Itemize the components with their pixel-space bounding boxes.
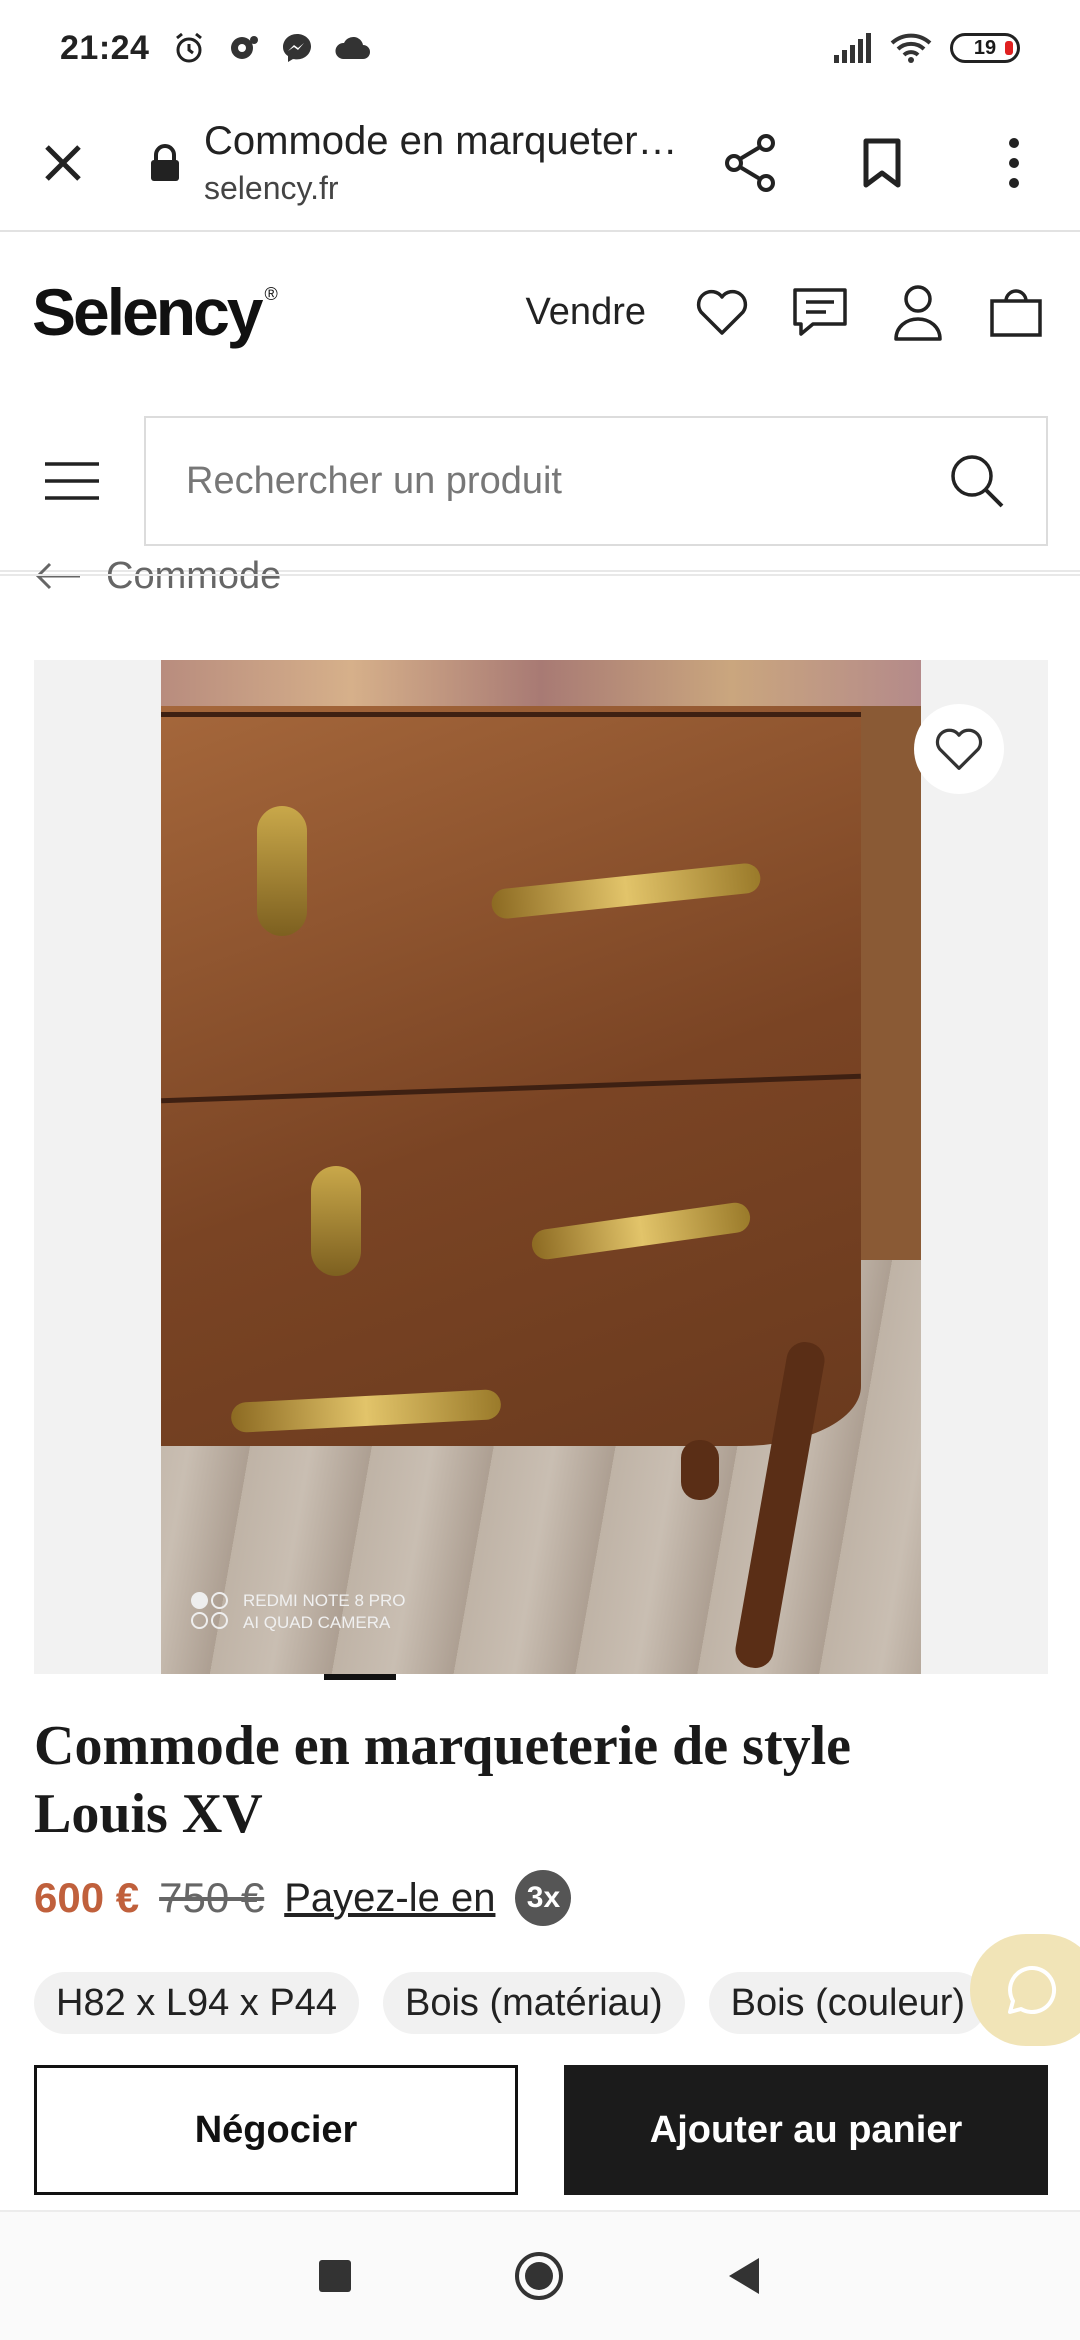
- photo-commode: [161, 706, 861, 1446]
- share-icon: [725, 134, 775, 192]
- menu-button[interactable]: [0, 421, 144, 541]
- recents-icon[interactable]: [317, 2258, 353, 2294]
- bag-icon: [990, 289, 1042, 337]
- header-nav: Vendre: [526, 280, 1048, 344]
- close-icon: [44, 145, 81, 181]
- product-attributes: H82 x L94 x P44 Bois (matériau) Bois (co…: [34, 1972, 1080, 2034]
- favorites-button[interactable]: [690, 280, 754, 344]
- battery-level: 19: [973, 36, 997, 59]
- account-button[interactable]: [886, 280, 950, 344]
- battery-icon: 19: [950, 33, 1020, 63]
- cloud-icon: [335, 36, 371, 59]
- product-gallery[interactable]: REDMI NOTE 8 PRO AI QUAD CAMERA: [34, 660, 1048, 1674]
- search-box[interactable]: [144, 416, 1048, 546]
- add-to-favorites-button[interactable]: [914, 704, 1004, 794]
- logo-mark: ®: [264, 284, 278, 304]
- status-icons-left: [171, 30, 371, 66]
- add-to-cart-button[interactable]: Ajouter au panier: [564, 2065, 1048, 2195]
- search-row: [0, 392, 1080, 572]
- photo-drawer-edge: [161, 1073, 861, 1104]
- bookmark-button[interactable]: [816, 113, 948, 213]
- selency-logo[interactable]: Selency ®: [32, 274, 278, 350]
- home-icon[interactable]: [513, 2250, 565, 2302]
- logo-text: Selency: [32, 275, 263, 349]
- installment-link[interactable]: Payez-le en: [284, 1876, 495, 1921]
- old-price: 750 €: [159, 1874, 265, 1921]
- installment-badge[interactable]: 3x: [515, 1870, 572, 1926]
- back-icon[interactable]: [725, 2256, 763, 2296]
- lock-icon[interactable]: [145, 143, 184, 183]
- share-button[interactable]: [684, 113, 816, 213]
- bookmark-icon: [863, 138, 901, 188]
- breadcrumb-label: Commode: [106, 554, 282, 597]
- photo-handle: [529, 1200, 753, 1262]
- product-title: Commode en marqueterie de style Louis XV: [34, 1715, 852, 1845]
- signal-icon: [834, 33, 871, 63]
- url-bar[interactable]: Commode en marqueterie de style Louis XV…: [204, 119, 684, 207]
- search-icon[interactable]: [948, 452, 1006, 510]
- heart-icon: [696, 289, 748, 335]
- message-icon: [793, 288, 847, 336]
- chat-button[interactable]: [970, 1934, 1080, 2046]
- negotiate-button[interactable]: Négocier: [34, 2065, 518, 2195]
- chip-material[interactable]: Bois (matériau): [382, 1972, 685, 2034]
- browser-toolbar: Commode en marqueterie de style Louis XV…: [0, 96, 1080, 232]
- camera-logo-icon: [191, 1592, 231, 1632]
- search-input[interactable]: [186, 459, 948, 503]
- messages-button[interactable]: [788, 280, 852, 344]
- chat-bubble-icon: [1008, 1965, 1057, 2014]
- status-time: 21:24: [60, 28, 150, 67]
- system-nav-bar: [0, 2210, 1080, 2340]
- cta-bar: Négocier Ajouter au panier: [0, 2050, 1080, 2210]
- chip-color[interactable]: Bois (couleur): [708, 1972, 988, 2034]
- current-price: 600 €: [34, 1874, 140, 1921]
- photo-handle: [490, 861, 762, 921]
- close-tab-button[interactable]: [0, 95, 125, 231]
- photo-escutcheon: [311, 1166, 361, 1276]
- url-domain: selency.fr: [204, 170, 339, 206]
- carousel-indicator: [324, 1674, 396, 1680]
- browser-actions: [684, 113, 1080, 213]
- messenger-icon: [283, 34, 312, 62]
- heart-icon: [935, 728, 983, 770]
- more-vert-icon: [1009, 138, 1019, 188]
- hamburger-icon: [45, 462, 99, 500]
- status-bar: 21:24 19: [0, 0, 1080, 96]
- photo-handle: [230, 1388, 502, 1434]
- chip-dimensions[interactable]: H82 x L94 x P44: [34, 1972, 359, 2034]
- camera-line-1: REDMI NOTE 8 PRO: [243, 1591, 406, 1610]
- photo-leg: [681, 1440, 719, 1500]
- page-title-in-url-bar: Commode en marqueterie de style Louis XV: [204, 119, 684, 163]
- header-divider: [0, 574, 1080, 576]
- alarm-icon: [176, 32, 203, 63]
- cart-button[interactable]: [984, 280, 1048, 344]
- notification-icon: [231, 36, 259, 59]
- product-photo[interactable]: REDMI NOTE 8 PRO AI QUAD CAMERA: [161, 660, 921, 1674]
- breadcrumb[interactable]: Commode: [34, 548, 281, 604]
- site-header: Selency ® Vendre: [0, 232, 1080, 392]
- arrow-left-icon: [35, 562, 80, 590]
- sell-link[interactable]: Vendre: [526, 291, 646, 334]
- more-options-button[interactable]: [948, 113, 1080, 213]
- price-row: 600 € 750 € Payez-le en 3x: [34, 1866, 572, 1930]
- user-icon: [894, 285, 942, 341]
- photo-escutcheon: [257, 806, 307, 936]
- photo-marble-top: [161, 660, 921, 706]
- status-icons-right: 19: [832, 32, 1020, 64]
- camera-line-2: AI QUAD CAMERA: [243, 1613, 391, 1632]
- photo-drawer-edge: [161, 712, 861, 717]
- camera-watermark: REDMI NOTE 8 PRO AI QUAD CAMERA: [191, 1590, 405, 1634]
- wifi-icon: [890, 33, 932, 63]
